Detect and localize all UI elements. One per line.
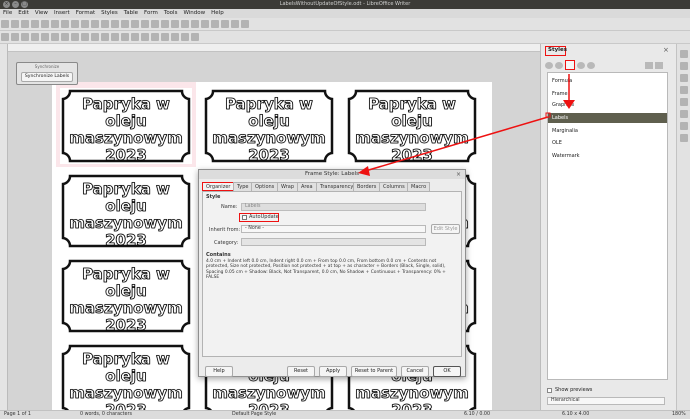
annotation-marker — [545, 112, 551, 118]
annotation-arrow-to-dialog — [361, 116, 549, 173]
annotation-arrowhead-to-dialog — [358, 166, 370, 176]
annotation-arrowhead-down — [563, 100, 575, 109]
annotation-arrows — [358, 74, 575, 176]
